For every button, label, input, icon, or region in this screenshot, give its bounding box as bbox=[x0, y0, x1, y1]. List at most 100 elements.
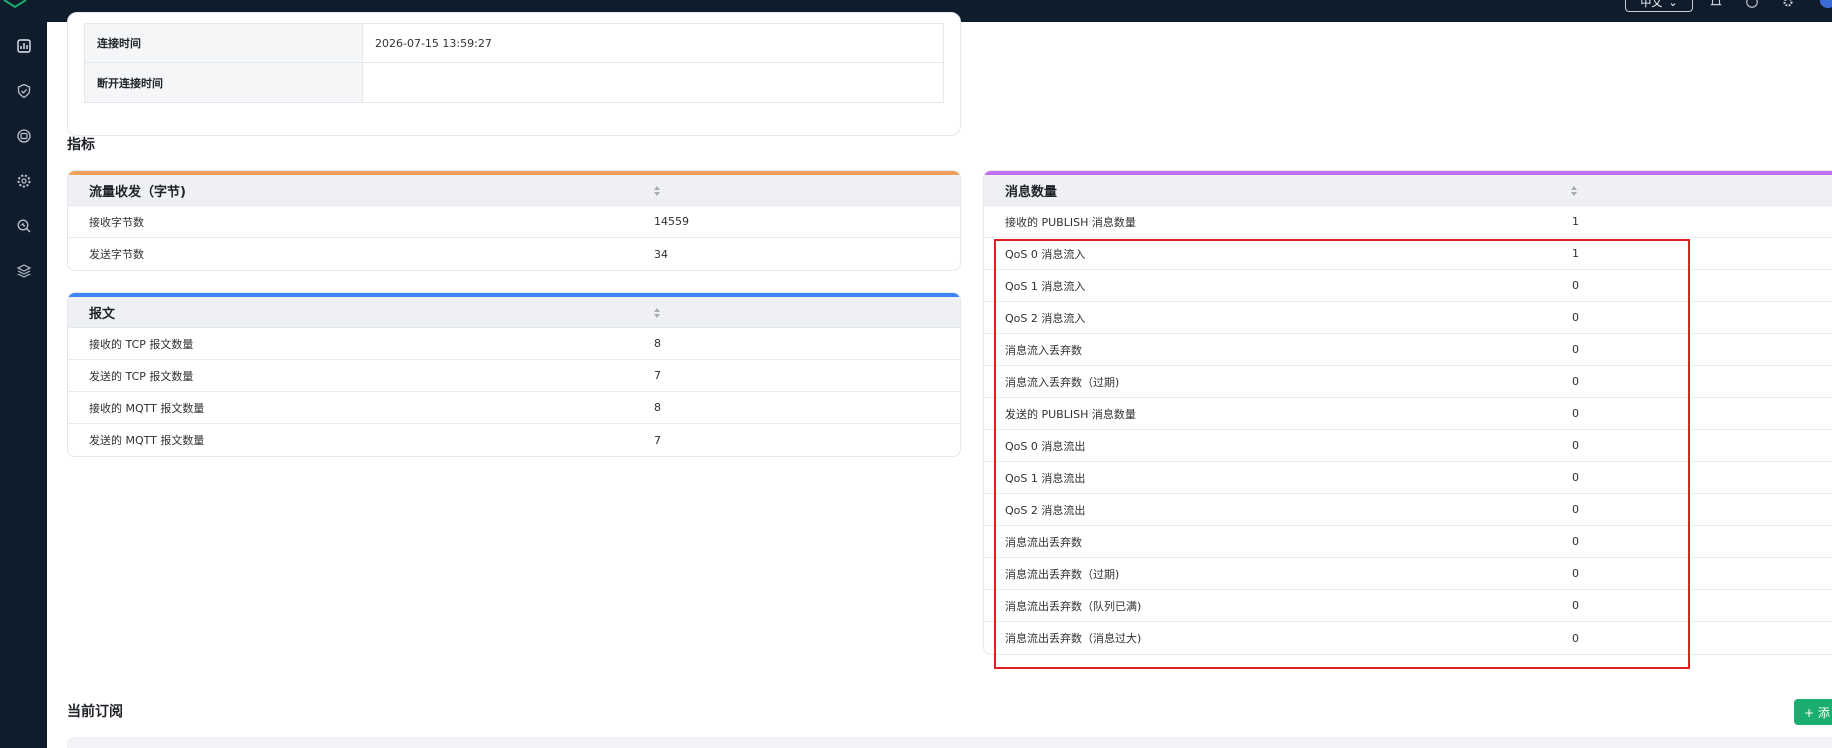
row-label: 消息流出丢弃数（队列已满) bbox=[1005, 599, 1142, 613]
table-row: 消息流入丢弃数 0 bbox=[984, 334, 1832, 366]
sidebar-item-diagnose[interactable] bbox=[0, 209, 47, 243]
row-value: 14559 bbox=[654, 215, 689, 228]
emqx-logo-icon[interactable] bbox=[0, 0, 30, 14]
sidebar-item-system[interactable] bbox=[0, 254, 47, 288]
row-label: 消息流出丢弃数（过期) bbox=[1005, 567, 1120, 581]
disconnected-at-label: 断开连接时间 bbox=[85, 63, 363, 102]
row-value: 0 bbox=[1572, 535, 1579, 548]
sidebar-item-dashboard[interactable] bbox=[0, 29, 47, 63]
disconnected-at-value bbox=[363, 63, 943, 102]
gear-management-icon bbox=[17, 174, 30, 188]
avatar[interactable] bbox=[1820, 0, 1832, 8]
row-label: 接收的 PUBLISH 消息数量 bbox=[1005, 215, 1136, 229]
row-label: 接收字节数 bbox=[89, 215, 144, 229]
bell-icon[interactable] bbox=[1708, 0, 1724, 10]
row-label: 发送的 TCP 报文数量 bbox=[89, 369, 194, 383]
row-value: 0 bbox=[1572, 279, 1579, 292]
table-row: QoS 1 消息流入 0 bbox=[984, 270, 1832, 302]
row-value: 0 bbox=[1572, 311, 1579, 324]
data-integration-icon bbox=[16, 129, 31, 143]
row-value: 34 bbox=[654, 247, 668, 261]
table-row: 发送的 PUBLISH 消息数量 0 bbox=[984, 398, 1832, 430]
table-row: 接收的 MQTT 报文数量 8 bbox=[68, 392, 960, 424]
row-value: 1 bbox=[1572, 247, 1579, 260]
sidebar-item-integration[interactable] bbox=[0, 119, 47, 153]
sort-icon[interactable] bbox=[1570, 184, 1578, 198]
packets-card-title: 报文 bbox=[89, 306, 116, 322]
sidebar bbox=[0, 22, 47, 748]
row-value: 0 bbox=[1572, 567, 1579, 580]
table-row: QoS 1 消息流出 0 bbox=[984, 462, 1832, 494]
sidebar-item-access-control[interactable] bbox=[0, 74, 47, 108]
language-button-label: 中文 bbox=[1640, 0, 1663, 9]
table-row: 消息流入丢弃数（过期) 0 bbox=[984, 366, 1832, 398]
language-switch-button[interactable]: 中文 ⌄ bbox=[1625, 0, 1693, 12]
metrics-section-title: 指标 bbox=[67, 137, 95, 153]
row-label: 消息流出丢弃数 bbox=[1005, 535, 1082, 549]
table-row: 消息流出丢弃数 0 bbox=[984, 526, 1832, 558]
row-value: 0 bbox=[1572, 471, 1579, 484]
main-content: 连接时间 2026-07-15 13:59:27 断开连接时间 指标 流量收发（… bbox=[47, 12, 1832, 748]
add-subscription-button[interactable]: + 添 bbox=[1794, 699, 1832, 725]
shield-check-icon bbox=[17, 83, 30, 99]
row-value: 0 bbox=[1572, 599, 1579, 612]
table-row: 消息流出丢弃数（队列已满) 0 bbox=[984, 590, 1832, 622]
table-row: QoS 0 消息流入 1 bbox=[984, 238, 1832, 270]
row-value: 7 bbox=[654, 433, 661, 447]
row-label: 消息流入丢弃数（过期) bbox=[1005, 375, 1120, 389]
table-row: QoS 2 消息流入 0 bbox=[984, 302, 1832, 334]
subscriptions-table-header bbox=[67, 737, 1832, 748]
diagnose-search-icon bbox=[17, 219, 30, 233]
row-value: 0 bbox=[1572, 503, 1579, 516]
row-label: 消息流出丢弃数（消息过大) bbox=[1005, 632, 1142, 645]
row-value: 0 bbox=[1572, 439, 1579, 452]
table-row: QoS 2 消息流出 0 bbox=[984, 494, 1832, 526]
settings-icon[interactable] bbox=[1780, 0, 1796, 10]
table-row: 接收的 PUBLISH 消息数量 1 bbox=[984, 206, 1832, 238]
connected-at-label: 连接时间 bbox=[85, 24, 363, 62]
row-value: 0 bbox=[1572, 631, 1579, 645]
sort-icon[interactable] bbox=[653, 184, 661, 198]
connection-info-card: 连接时间 2026-07-15 13:59:27 断开连接时间 bbox=[67, 12, 961, 136]
row-label: QoS 2 消息流入 bbox=[1005, 311, 1086, 325]
row-label: 接收的 MQTT 报文数量 bbox=[89, 401, 205, 415]
traffic-card-title: 流量收发（字节) bbox=[89, 184, 186, 200]
connection-info-table: 连接时间 2026-07-15 13:59:27 断开连接时间 bbox=[84, 23, 944, 103]
messages-card-header: 消息数量 bbox=[984, 175, 1832, 206]
row-value: 7 bbox=[654, 369, 661, 382]
table-row: 连接时间 2026-07-15 13:59:27 bbox=[85, 24, 943, 63]
row-label: 发送的 PUBLISH 消息数量 bbox=[1005, 407, 1136, 421]
connected-at-value: 2026-07-15 13:59:27 bbox=[375, 36, 492, 50]
table-row: 消息流出丢弃数（消息过大) 0 bbox=[984, 622, 1832, 654]
row-label: QoS 1 消息流入 bbox=[1005, 279, 1086, 293]
table-row: QoS 0 消息流出 0 bbox=[984, 430, 1832, 462]
messages-card-title: 消息数量 bbox=[1005, 184, 1058, 200]
sort-icon[interactable] bbox=[653, 306, 661, 320]
row-label: 发送的 MQTT 报文数量 bbox=[89, 434, 205, 447]
traffic-card-header: 流量收发（字节) bbox=[68, 175, 960, 206]
messages-card: 消息数量 接收的 PUBLISH 消息数量 1 QoS 0 消息流入 1 QoS 1… bbox=[983, 170, 1832, 655]
row-label: QoS 0 消息流出 bbox=[1005, 439, 1086, 453]
dashboard-icon bbox=[16, 39, 31, 53]
row-value: 0 bbox=[1572, 375, 1579, 388]
row-value: 1 bbox=[1572, 215, 1579, 228]
table-row: 发送的 TCP 报文数量 7 bbox=[68, 360, 960, 392]
row-label: QoS 1 消息流出 bbox=[1005, 471, 1086, 485]
traffic-card: 流量收发（字节) 接收字节数 14559 发送字节数 34 bbox=[67, 170, 961, 271]
row-label: 发送字节数 bbox=[89, 248, 144, 261]
chevron-down-icon: ⌄ bbox=[1668, 0, 1678, 9]
table-row: 发送字节数 34 bbox=[68, 238, 960, 270]
row-label: 消息流入丢弃数 bbox=[1005, 343, 1082, 357]
packets-card-header: 报文 bbox=[68, 297, 960, 328]
table-row: 消息流出丢弃数（过期) 0 bbox=[984, 558, 1832, 590]
sidebar-item-management[interactable] bbox=[0, 164, 47, 198]
row-value: 8 bbox=[654, 337, 661, 350]
row-value: 8 bbox=[654, 401, 661, 414]
row-label: 接收的 TCP 报文数量 bbox=[89, 337, 194, 351]
table-row: 断开连接时间 bbox=[85, 63, 943, 102]
help-icon[interactable] bbox=[1744, 0, 1760, 10]
table-row: 接收字节数 14559 bbox=[68, 206, 960, 238]
table-row: 接收的 TCP 报文数量 8 bbox=[68, 328, 960, 360]
subscriptions-section-title: 当前订阅 bbox=[67, 704, 123, 720]
row-value: 0 bbox=[1572, 407, 1579, 420]
